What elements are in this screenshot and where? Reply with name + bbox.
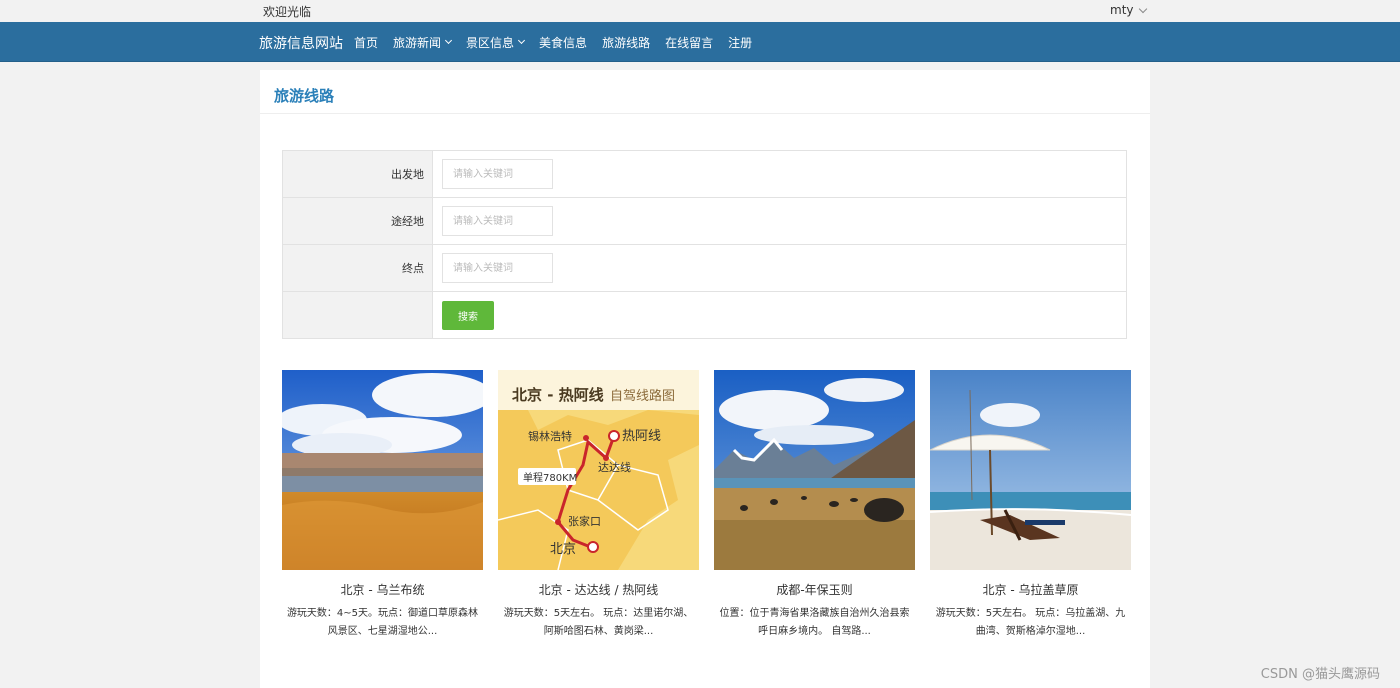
- nav-item-home[interactable]: 首页: [354, 34, 378, 51]
- nav-item-label: 首页: [354, 35, 379, 50]
- nav-item-label: 旅游线路: [602, 35, 651, 50]
- route-image-map[interactable]: 北京 - 热阿线 自驾线路图 锡林浩特 热阿线 达达线 单程780KM 张家口 …: [498, 370, 699, 570]
- nav-item-message[interactable]: 在线留言: [665, 34, 713, 51]
- route-image-grassland[interactable]: [282, 370, 483, 570]
- nav-menu: 首页 旅游新闻 景区信息 美食信息 旅游线路 在线留言 注册: [354, 22, 767, 62]
- map-label: 张家口: [568, 514, 601, 528]
- route-desc: 位置：位于青海省果洛藏族自治州久治县索呼日麻乡境内。 自驾路...: [719, 608, 910, 637]
- nav-item-routes[interactable]: 旅游线路: [602, 34, 650, 51]
- map-subtitle: 自驾线路图: [610, 388, 675, 404]
- map-label: 热阿线: [622, 429, 661, 444]
- departure-input[interactable]: [442, 159, 553, 189]
- main-navbar: 旅游信息网站 首页 旅游新闻 景区信息 美食信息 旅游线路 在线留言 注册: [0, 22, 1400, 62]
- nav-item-news[interactable]: 旅游新闻: [393, 34, 453, 51]
- nav-item-label: 在线留言: [665, 35, 714, 50]
- route-card[interactable]: 北京 - 乌拉盖草原 游玩天数：5天左右。 玩点：乌拉盖湖、九曲湾、贺斯格淖尔湿…: [930, 370, 1131, 641]
- nav-item-label: 美食信息: [539, 35, 588, 50]
- watermark: CSDN @猫头鹰源码: [1260, 667, 1380, 682]
- via-label: 途经地: [282, 197, 433, 245]
- nav-item-food[interactable]: 美食信息: [539, 34, 587, 51]
- search-form: 出发地 途经地 终点 搜索: [282, 150, 1127, 339]
- empty-label-cell: [282, 291, 433, 339]
- site-brand[interactable]: 旅游信息网站: [259, 33, 343, 53]
- route-list: 北京 - 乌兰布统 游玩天数：4~5天。玩点：御道口草原森林风景区、七星湖湿地公…: [282, 370, 1131, 641]
- route-card[interactable]: 北京 - 热阿线 自驾线路图 锡林浩特 热阿线 达达线 单程780KM 张家口 …: [498, 370, 699, 641]
- map-label: 北京: [550, 542, 576, 557]
- username: mty: [1110, 3, 1134, 17]
- search-button[interactable]: 搜索: [442, 300, 494, 330]
- departure-label: 出发地: [282, 150, 433, 198]
- route-desc: 游玩天数：5天左右。 玩点：达里诺尔湖、阿斯哈图石林、黄岗梁...: [503, 608, 694, 637]
- route-desc: 游玩天数：4~5天。玩点：御道口草原森林风景区、七星湖湿地公...: [286, 608, 479, 637]
- nav-item-scenic[interactable]: 景区信息: [466, 34, 526, 51]
- panel-header: 旅游线路: [260, 70, 1150, 114]
- destination-input[interactable]: [442, 253, 553, 283]
- user-menu[interactable]: mty: [1110, 3, 1147, 17]
- chevron-down-icon: [444, 36, 453, 45]
- top-bar: 欢迎光临 mty: [0, 0, 1400, 22]
- map-title: 北京 - 热阿线: [512, 386, 604, 404]
- route-card[interactable]: 成都-年保玉则 位置：位于青海省果洛藏族自治州久治县索呼日麻乡境内。 自驾路..…: [714, 370, 915, 641]
- nav-item-label: 注册: [728, 35, 753, 50]
- nav-item-label: 景区信息: [466, 35, 515, 50]
- route-title[interactable]: 成都-年保玉则: [714, 581, 915, 597]
- welcome-text: 欢迎光临: [263, 5, 312, 19]
- page-title: 旅游线路: [274, 87, 335, 105]
- route-card[interactable]: 北京 - 乌兰布统 游玩天数：4~5天。玩点：御道口草原森林风景区、七星湖湿地公…: [282, 370, 483, 641]
- destination-label: 终点: [282, 244, 433, 292]
- route-title[interactable]: 北京 - 达达线 / 热阿线: [498, 581, 699, 597]
- route-image-beach[interactable]: [930, 370, 1131, 570]
- nav-item-register[interactable]: 注册: [728, 34, 752, 51]
- routes-panel: 旅游线路 出发地 途经地 终点 搜索: [260, 70, 1150, 688]
- map-label: 达达线: [598, 460, 631, 474]
- chevron-down-icon: [1138, 4, 1147, 13]
- route-desc: 游玩天数：5天左右。 玩点：乌拉盖湖、九曲湾、贺斯格淖尔湿地...: [935, 608, 1126, 637]
- chevron-down-icon: [518, 36, 526, 45]
- map-label: 单程780KM: [523, 472, 577, 484]
- nav-item-label: 旅游新闻: [393, 35, 442, 50]
- route-title[interactable]: 北京 - 乌拉盖草原: [930, 581, 1131, 597]
- map-label: 锡林浩特: [528, 429, 572, 443]
- route-image-mountain[interactable]: [714, 370, 915, 570]
- via-input[interactable]: [442, 206, 553, 236]
- route-title[interactable]: 北京 - 乌兰布统: [282, 581, 483, 597]
